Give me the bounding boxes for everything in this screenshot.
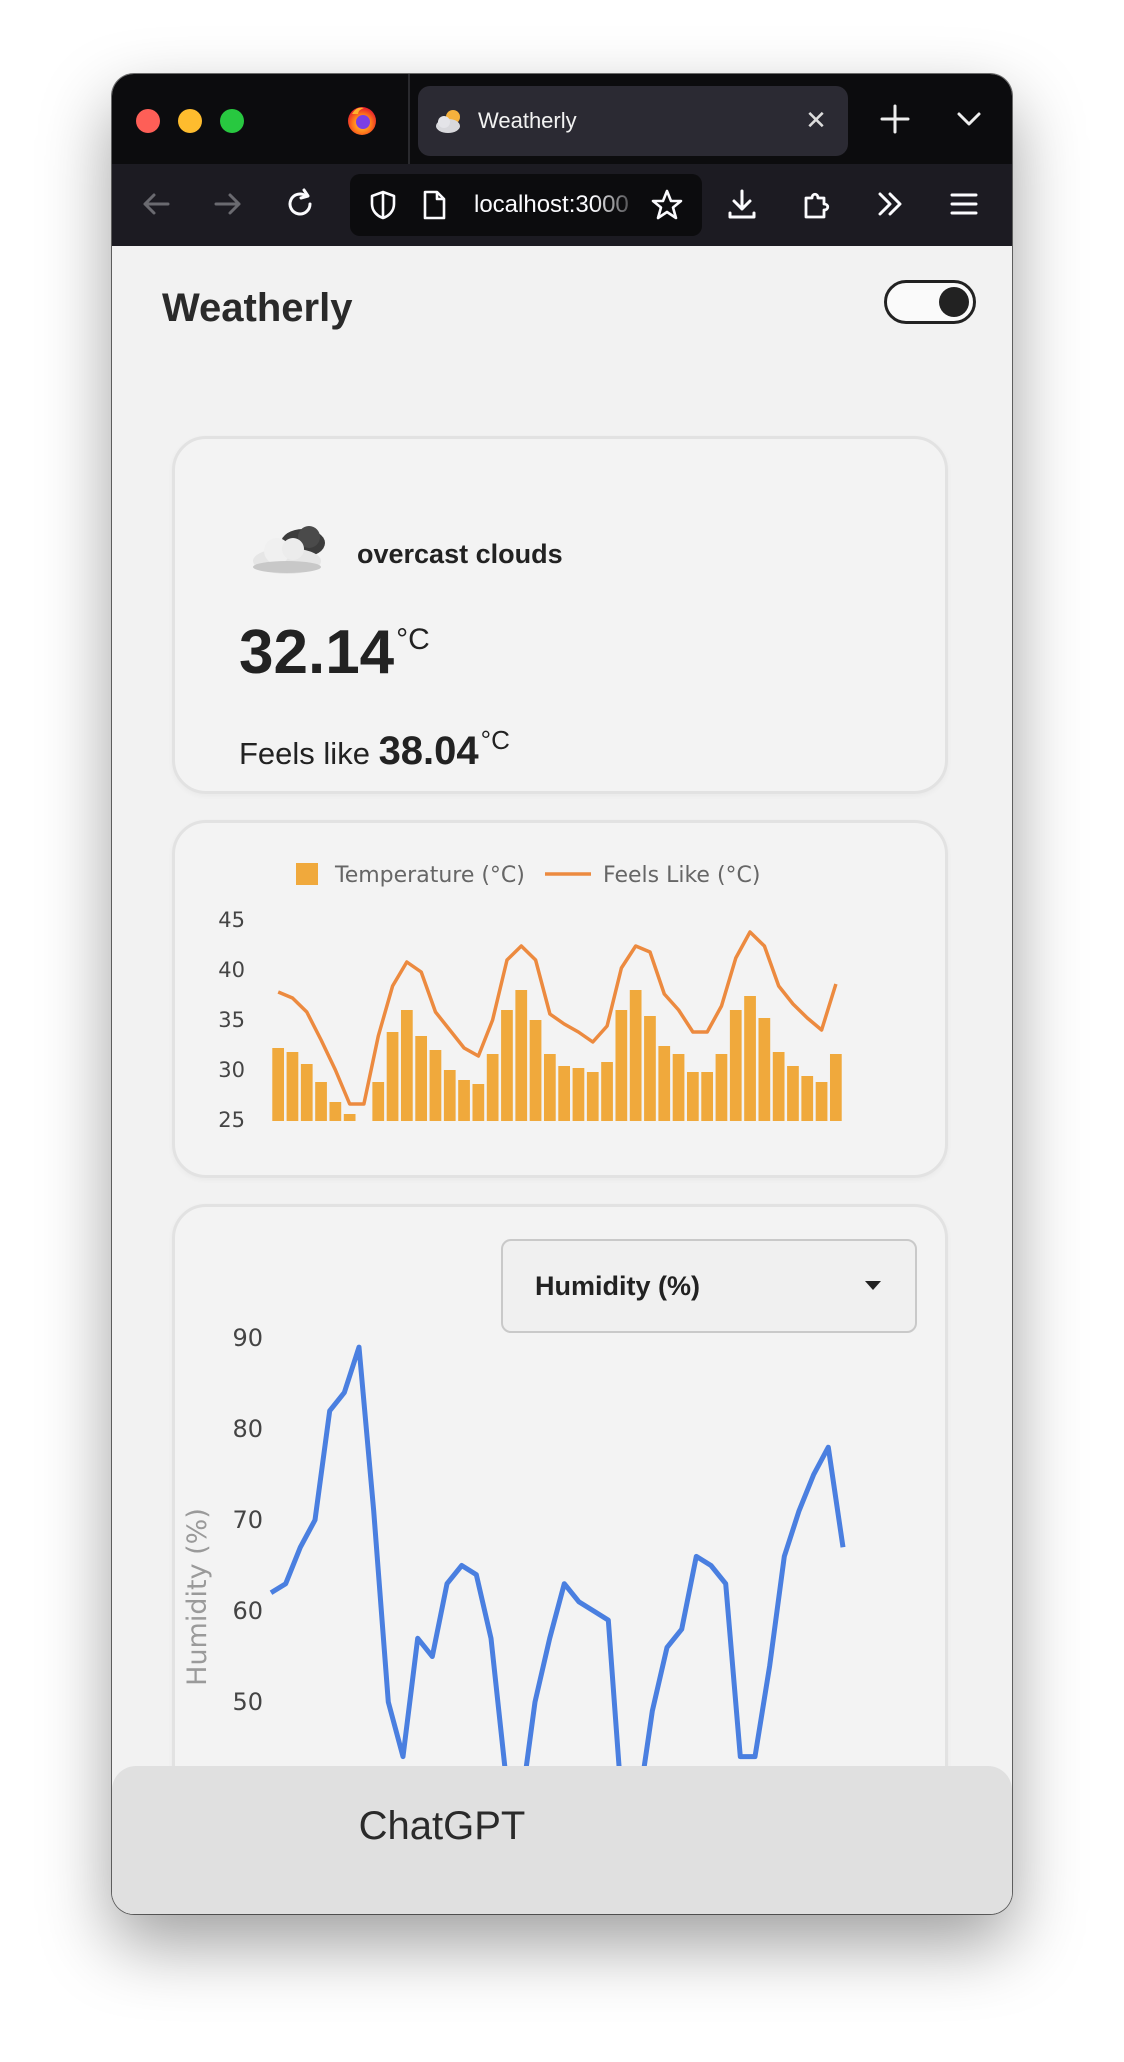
download-icon[interactable] xyxy=(724,186,760,222)
temperature-bar xyxy=(701,1072,714,1121)
temperature-unit: °C xyxy=(396,623,430,656)
chatgpt-label: ChatGPT xyxy=(358,1804,526,1848)
temperature-bar xyxy=(372,1082,385,1121)
temperature-bar xyxy=(300,1064,313,1121)
y-tick-label: 90 xyxy=(232,1324,263,1352)
current-temperature: 32.14°C xyxy=(239,617,430,688)
temperature-bar xyxy=(601,1062,613,1121)
temperature-bar xyxy=(815,1082,828,1121)
y-tick-label: 25 xyxy=(218,1108,245,1132)
temperature-bar xyxy=(572,1068,585,1121)
y-tick-label: 30 xyxy=(218,1058,245,1082)
temperature-bar xyxy=(415,1036,428,1121)
temperature-bar xyxy=(486,1054,499,1121)
temperature-bar xyxy=(744,996,756,1121)
title-bar: Weatherly ✕ xyxy=(112,74,1012,164)
temperature-bar xyxy=(543,1054,556,1121)
temperature-chart-card: Temperature (°C) Feels Like (°C) 25 30 35 40 4… xyxy=(172,820,948,1178)
temperature-bar xyxy=(829,1054,842,1121)
temperature-bar xyxy=(772,1052,785,1121)
forward-arrow-icon[interactable] xyxy=(210,186,246,222)
legend-label-temperature: Temperature (°C) xyxy=(334,863,525,888)
temperature-bar xyxy=(715,1054,728,1121)
feels-like-unit: °C xyxy=(480,725,510,755)
legend-label-feels-like: Feels Like (°C) xyxy=(603,863,760,888)
temperature-bar xyxy=(729,1010,742,1121)
temperature-value: 32.14 xyxy=(239,618,395,687)
temperature-bar xyxy=(758,1018,771,1121)
temperature-bar xyxy=(272,1048,285,1121)
shield-icon[interactable] xyxy=(368,189,398,221)
overcast-clouds-icon xyxy=(253,526,325,574)
temperature-bar xyxy=(501,1010,513,1121)
feels-like-value: 38.04 xyxy=(378,729,479,773)
y-tick-label: 50 xyxy=(232,1688,263,1716)
temperature-bar xyxy=(801,1076,814,1121)
tab-weatherly[interactable]: Weatherly ✕ xyxy=(418,86,848,156)
cloud-sun-favicon-icon xyxy=(436,110,460,133)
y-axis-label: Humidity (%) xyxy=(182,1508,213,1686)
temperature-bar xyxy=(787,1066,799,1121)
browser-window: Weatherly ✕ localhost:3000 Weatherly ove… xyxy=(112,74,1012,1914)
temperature-chart: Temperature (°C) Feels Like (°C) 25 30 35 40 4… xyxy=(218,863,842,1132)
toggle-knob xyxy=(939,287,969,317)
temperature-bar xyxy=(386,1032,399,1121)
temperature-bar xyxy=(343,1114,356,1121)
feels-like-label: Feels like xyxy=(239,736,370,771)
chevron-down-icon[interactable] xyxy=(954,104,984,134)
close-icon[interactable]: ✕ xyxy=(802,106,830,134)
temperature-bar xyxy=(629,990,642,1121)
chatgpt-bar[interactable]: ChatGPT xyxy=(112,1766,1012,1914)
humidity-line xyxy=(269,1344,846,1823)
temperature-bar xyxy=(443,1070,456,1121)
temperature-bar xyxy=(429,1050,442,1121)
y-tick-label: 60 xyxy=(232,1597,263,1625)
temperature-bar xyxy=(458,1080,470,1121)
firefox-icon[interactable] xyxy=(346,104,378,136)
minimize-window-button[interactable] xyxy=(178,109,202,133)
star-icon[interactable] xyxy=(650,188,684,222)
temperature-bar xyxy=(315,1082,327,1121)
navigation-toolbar: localhost:3000 xyxy=(112,164,1012,246)
page-content: Weatherly overcast clouds 32.14°C Feels … xyxy=(112,246,1012,1914)
temperature-bar xyxy=(658,1046,671,1121)
current-weather-card: overcast clouds 32.14°C Feels like 38.04… xyxy=(172,436,948,794)
temperature-bar xyxy=(644,1016,656,1121)
y-tick-label: 70 xyxy=(232,1506,263,1534)
app-title: Weatherly xyxy=(162,286,353,330)
temperature-bar xyxy=(586,1072,599,1121)
y-tick-label: 45 xyxy=(218,908,245,932)
plus-icon[interactable] xyxy=(876,100,914,138)
temperature-bar xyxy=(472,1084,485,1121)
temperature-bar xyxy=(686,1072,699,1121)
temperature-bar xyxy=(672,1054,685,1121)
legend-swatch-temperature xyxy=(296,863,318,885)
back-arrow-icon[interactable] xyxy=(138,186,174,222)
tab-title: Weatherly xyxy=(478,108,577,133)
theme-toggle[interactable] xyxy=(884,280,976,324)
address-bar[interactable]: localhost:3000 xyxy=(350,174,702,236)
tab-separator xyxy=(408,74,410,164)
y-tick-label: 40 xyxy=(218,958,245,982)
y-tick-label: 80 xyxy=(232,1415,263,1443)
temperature-bar xyxy=(329,1102,342,1121)
temperature-bar xyxy=(558,1066,571,1121)
url-text[interactable]: localhost:3000 xyxy=(474,191,644,219)
reload-icon[interactable] xyxy=(282,186,318,222)
temperature-bar xyxy=(286,1052,299,1121)
y-tick-label: 35 xyxy=(218,1008,245,1032)
temperature-bar xyxy=(615,1010,628,1121)
overflow-icon[interactable] xyxy=(872,186,908,222)
temperature-bar xyxy=(400,1010,413,1121)
feels-like: Feels like 38.04°C xyxy=(239,725,510,774)
temperature-bar xyxy=(529,1020,542,1121)
extensions-icon[interactable] xyxy=(798,186,834,222)
page-icon[interactable] xyxy=(420,189,448,221)
weather-condition: overcast clouds xyxy=(357,539,563,569)
hamburger-menu-icon[interactable] xyxy=(946,186,982,222)
maximize-window-button[interactable] xyxy=(220,109,244,133)
temperature-bar xyxy=(515,990,528,1121)
close-window-button[interactable] xyxy=(136,109,160,133)
